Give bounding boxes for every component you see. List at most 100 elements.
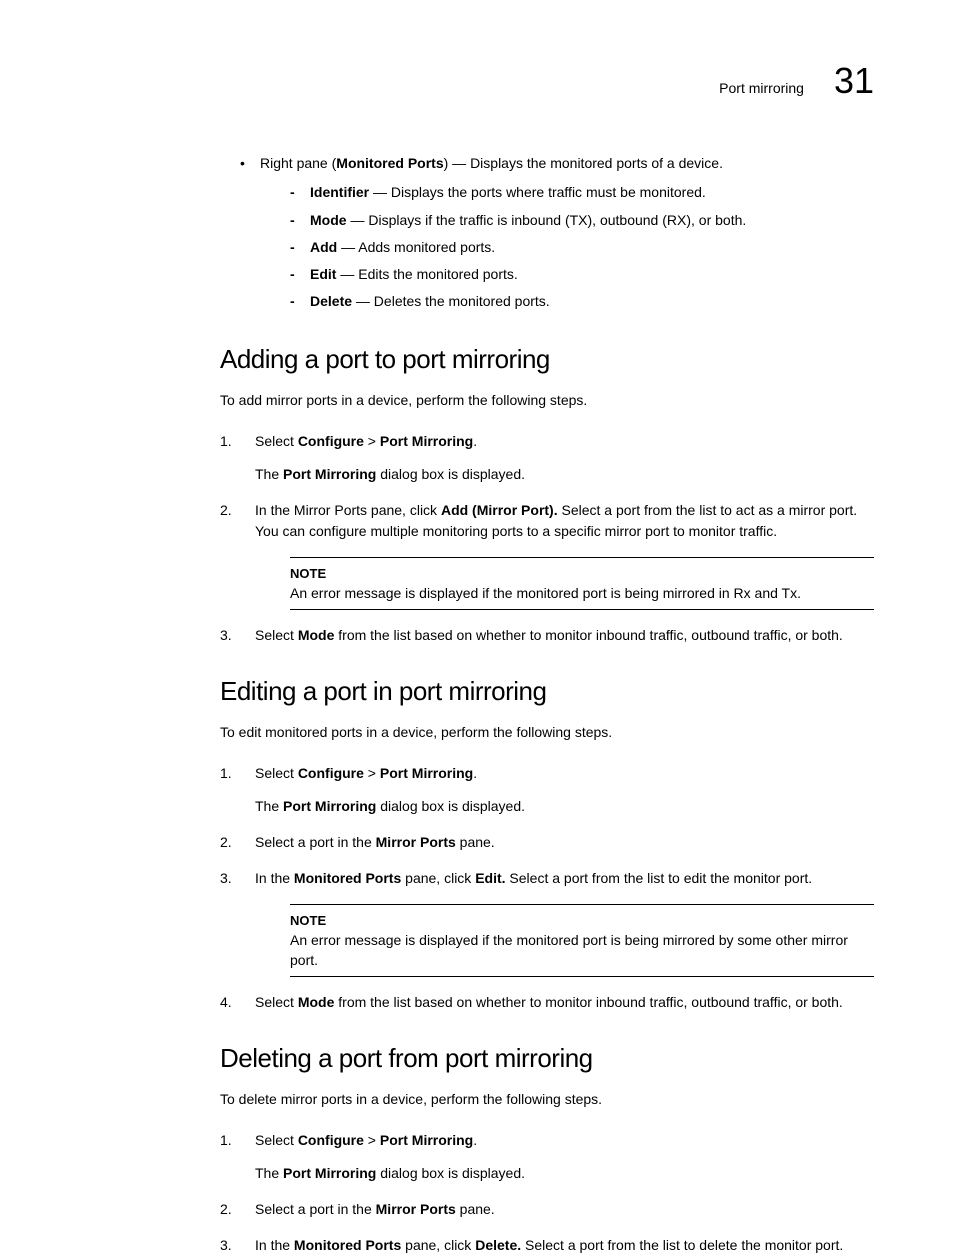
step-text: from the list based on whether to monito… xyxy=(334,627,842,643)
section-heading-deleting: Deleting a port from port mirroring xyxy=(220,1043,874,1074)
step-text: > xyxy=(364,433,380,449)
dash-bold: Edit xyxy=(310,266,336,282)
step-text: Select a port from the list to edit the … xyxy=(506,870,813,886)
section-intro: To add mirror ports in a device, perform… xyxy=(220,390,874,411)
dash-item: Identifier — Displays the ports where tr… xyxy=(290,180,874,205)
top-bullet-list: Right pane (Monitored Ports) — Displays … xyxy=(240,152,874,314)
step-bold: Delete. xyxy=(475,1237,521,1253)
note-block: NOTE An error message is displayed if th… xyxy=(290,557,874,610)
step-text: . xyxy=(473,433,477,449)
header-section-title: Port mirroring xyxy=(719,80,804,96)
step-text: Select xyxy=(255,994,298,1010)
step-bold: Mirror Ports xyxy=(376,834,456,850)
step-bold: Monitored Ports xyxy=(294,870,401,886)
step-text: > xyxy=(364,1132,380,1148)
step-bold: Mode xyxy=(298,627,335,643)
step-bold: Port Mirroring xyxy=(380,1132,473,1148)
step-subtext: The Port Mirroring dialog box is display… xyxy=(255,1163,874,1184)
sub-bold: Port Mirroring xyxy=(283,798,376,814)
step-text: . xyxy=(473,765,477,781)
step-text: pane. xyxy=(456,834,495,850)
step-bold: Configure xyxy=(298,433,364,449)
step-text: pane, click xyxy=(401,870,475,886)
dash-bold: Add xyxy=(310,239,337,255)
step-text: pane, click xyxy=(401,1237,475,1253)
step-text: Select xyxy=(255,433,298,449)
section-intro: To delete mirror ports in a device, perf… xyxy=(220,1089,874,1110)
step-text: In the xyxy=(255,870,294,886)
note-text: An error message is displayed if the mon… xyxy=(290,931,874,970)
step-item: In the Monitored Ports pane, click Delet… xyxy=(220,1235,874,1256)
step-bold: Configure xyxy=(298,1132,364,1148)
sub-bold: Port Mirroring xyxy=(283,1165,376,1181)
sub-pre: The xyxy=(255,798,283,814)
numbered-list-deleting: Select Configure > Port Mirroring. The P… xyxy=(220,1130,874,1256)
dash-bold: Mode xyxy=(310,212,347,228)
note-block: NOTE An error message is displayed if th… xyxy=(290,904,874,977)
dash-bold: Delete xyxy=(310,293,352,309)
bullet-text-post: ) — Displays the monitored ports of a de… xyxy=(444,155,723,171)
dash-item: Add — Adds monitored ports. xyxy=(290,235,874,260)
dash-bold: Identifier xyxy=(310,184,369,200)
step-item: In the Mirror Ports pane, click Add (Mir… xyxy=(220,500,874,610)
dash-text: — Deletes the monitored ports. xyxy=(352,293,550,309)
note-text: An error message is displayed if the mon… xyxy=(290,584,874,604)
sub-post: dialog box is displayed. xyxy=(376,1165,525,1181)
step-text: . xyxy=(473,1132,477,1148)
step-bold: Monitored Ports xyxy=(294,1237,401,1253)
step-text: Select xyxy=(255,1132,298,1148)
header-chapter-number: 31 xyxy=(834,60,874,102)
step-bold: Mirror Ports xyxy=(376,1201,456,1217)
step-item: Select Mode from the list based on wheth… xyxy=(220,625,874,646)
dash-item: Delete — Deletes the monitored ports. xyxy=(290,289,874,314)
dash-text: — Adds monitored ports. xyxy=(337,239,495,255)
sub-post: dialog box is displayed. xyxy=(376,798,525,814)
step-bold: Edit. xyxy=(475,870,505,886)
section-intro: To edit monitored ports in a device, per… xyxy=(220,722,874,743)
note-label: NOTE xyxy=(290,911,874,931)
step-text: Select a port in the xyxy=(255,834,376,850)
step-item: Select a port in the Mirror Ports pane. xyxy=(220,832,874,853)
step-bold: Port Mirroring xyxy=(380,433,473,449)
dash-text: — Edits the monitored ports. xyxy=(336,266,517,282)
step-item: In the Monitored Ports pane, click Edit.… xyxy=(220,868,874,977)
step-text: > xyxy=(364,765,380,781)
sub-post: dialog box is displayed. xyxy=(376,466,525,482)
step-text: Select xyxy=(255,627,298,643)
step-subtext: The Port Mirroring dialog box is display… xyxy=(255,796,874,817)
numbered-list-adding: Select Configure > Port Mirroring. The P… xyxy=(220,431,874,646)
step-text: In the xyxy=(255,1237,294,1253)
step-text: from the list based on whether to monito… xyxy=(334,994,842,1010)
step-subtext: The Port Mirroring dialog box is display… xyxy=(255,464,874,485)
bullet-item: Right pane (Monitored Ports) — Displays … xyxy=(240,152,874,314)
dash-text: — Displays the ports where traffic must … xyxy=(369,184,706,200)
step-text: Select a port from the list to delete th… xyxy=(521,1237,843,1253)
step-item: Select Mode from the list based on wheth… xyxy=(220,992,874,1013)
section-heading-adding: Adding a port to port mirroring xyxy=(220,344,874,375)
sub-bold: Port Mirroring xyxy=(283,466,376,482)
step-text: Select a port in the xyxy=(255,1201,376,1217)
step-bold: Mode xyxy=(298,994,335,1010)
step-item: Select Configure > Port Mirroring. The P… xyxy=(220,763,874,817)
step-bold: Port Mirroring xyxy=(380,765,473,781)
bullet-text-pre: Right pane ( xyxy=(260,155,336,171)
dash-list: Identifier — Displays the ports where tr… xyxy=(290,180,874,314)
numbered-list-editing: Select Configure > Port Mirroring. The P… xyxy=(220,763,874,1013)
dash-item: Edit — Edits the monitored ports. xyxy=(290,262,874,287)
dash-item: Mode — Displays if the traffic is inboun… xyxy=(290,208,874,233)
step-text: pane. xyxy=(456,1201,495,1217)
section-heading-editing: Editing a port in port mirroring xyxy=(220,676,874,707)
sub-pre: The xyxy=(255,1165,283,1181)
step-bold: Configure xyxy=(298,765,364,781)
sub-pre: The xyxy=(255,466,283,482)
step-text: In the Mirror Ports pane, click xyxy=(255,502,441,518)
bullet-text-bold: Monitored Ports xyxy=(336,155,443,171)
dash-text: — Displays if the traffic is inbound (TX… xyxy=(347,212,747,228)
step-item: Select Configure > Port Mirroring. The P… xyxy=(220,1130,874,1184)
page-header: Port mirroring 31 xyxy=(80,60,874,102)
note-label: NOTE xyxy=(290,564,874,584)
step-bold: Add (Mirror Port). xyxy=(441,502,558,518)
step-item: Select a port in the Mirror Ports pane. xyxy=(220,1199,874,1220)
step-text: Select xyxy=(255,765,298,781)
step-item: Select Configure > Port Mirroring. The P… xyxy=(220,431,874,485)
